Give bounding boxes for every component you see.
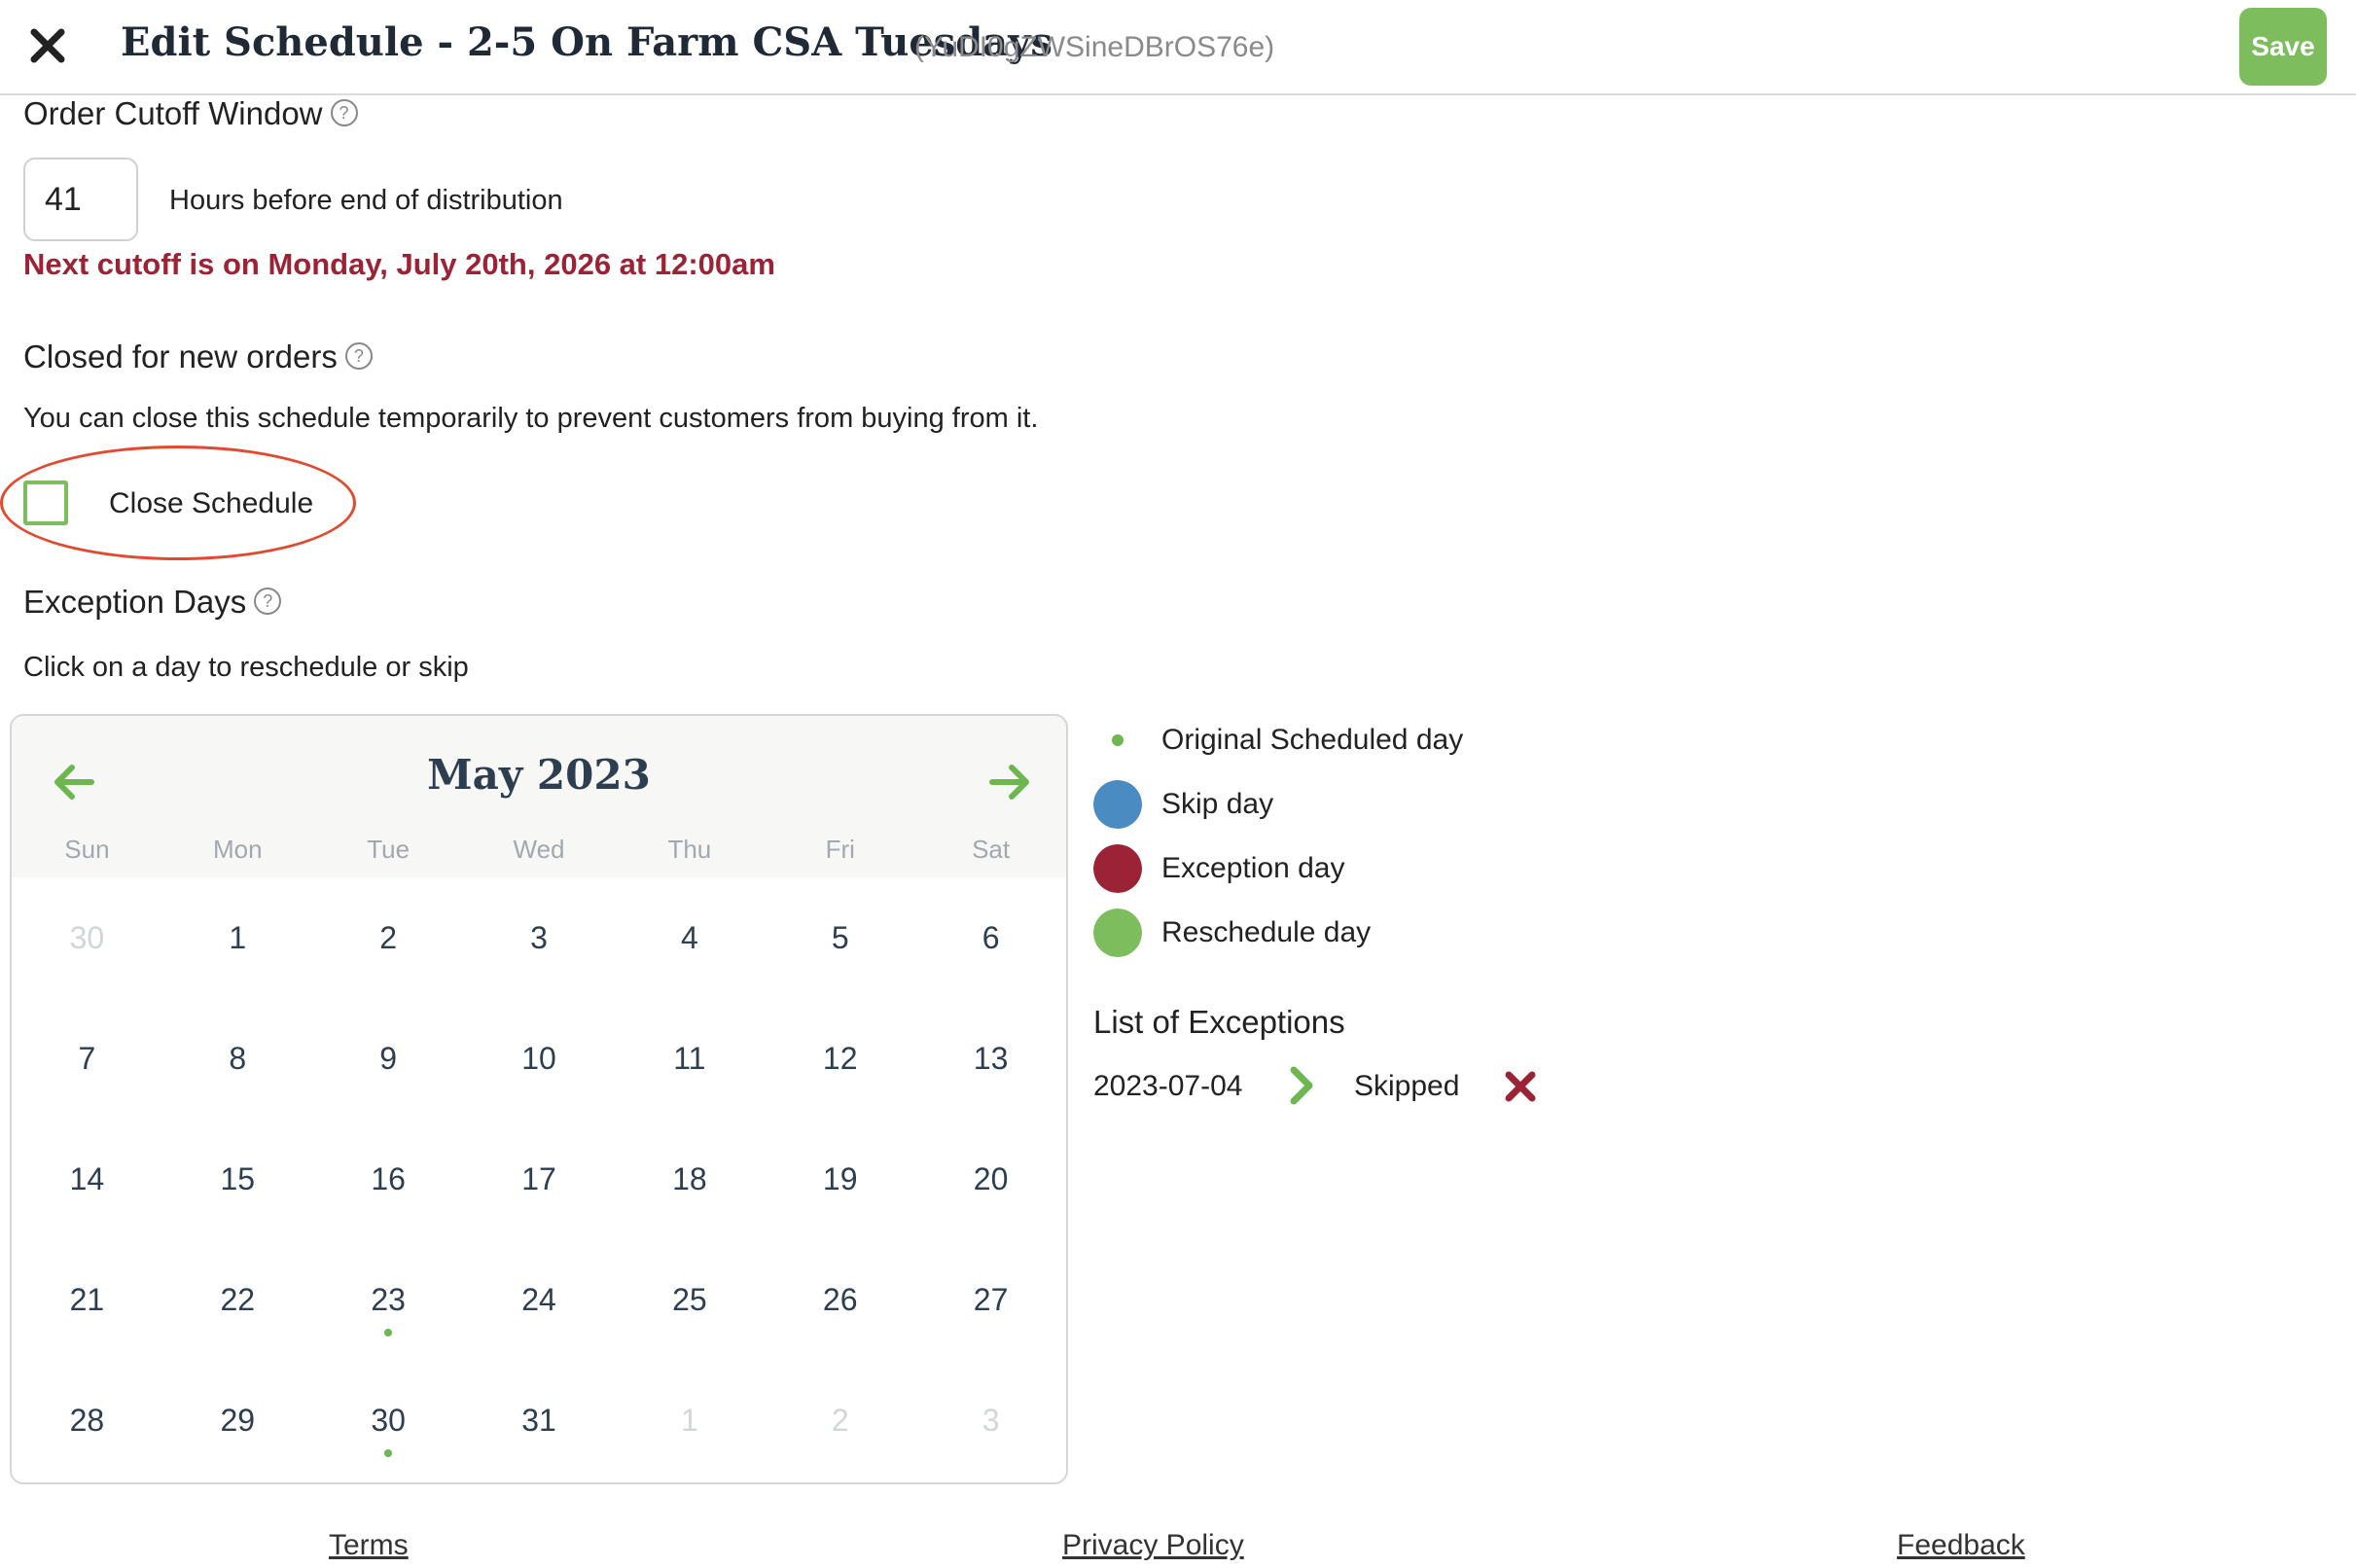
legend-dot-red: [1093, 844, 1142, 893]
calendar-day[interactable]: 3: [915, 1360, 1066, 1480]
legend-dot-green: [1093, 909, 1142, 957]
legend-label: Skip day: [1161, 788, 1274, 820]
legend-reschedule-day: Reschedule day: [1093, 909, 1371, 957]
calendar-day[interactable]: 30: [12, 877, 162, 998]
calendar-day[interactable]: 11: [614, 998, 765, 1119]
calendar-day[interactable]: 21: [12, 1239, 162, 1360]
calendar-month-title: May 2023: [427, 751, 651, 799]
legend-original-day: Original Scheduled day: [1093, 716, 1463, 765]
scheduled-day-dot: [384, 1329, 393, 1336]
exception-instruction: Click on a day to reschedule or skip: [23, 652, 469, 683]
scheduled-day-dot: [384, 1449, 393, 1457]
calendar-day[interactable]: 16: [313, 1119, 464, 1239]
calendar-day[interactable]: 2: [313, 877, 464, 998]
help-icon[interactable]: ?: [344, 342, 373, 371]
calendar-day[interactable]: 9: [313, 998, 464, 1119]
legend-label: Reschedule day: [1161, 916, 1372, 948]
calendar: May 2023 Sun Mon Tue Wed Thu Fri Sat 30 …: [10, 714, 1068, 1484]
page-title: Edit Schedule - 2-5 On Farm CSA Tuesdays: [121, 19, 1053, 65]
weekday-label: Wed: [513, 835, 565, 864]
calendar-day[interactable]: 26: [765, 1239, 915, 1360]
close-schedule-label[interactable]: Close Schedule: [109, 487, 313, 520]
calendar-week: 7 8 9 10 11 12 13: [12, 998, 1066, 1119]
closed-heading: Closed for new orders?: [23, 339, 373, 375]
calendar-day[interactable]: 31: [464, 1360, 615, 1480]
weekday-label: Sun: [64, 835, 110, 864]
legend-exception-day: Exception day: [1093, 844, 1344, 893]
legend-dot-blue: [1093, 780, 1142, 829]
help-icon[interactable]: ?: [330, 99, 358, 127]
day-number: 30: [371, 1403, 406, 1438]
delete-exception-icon[interactable]: [1502, 1068, 1539, 1105]
cutoff-hours-label: Hours before end of distribution: [169, 185, 563, 216]
calendar-day[interactable]: 8: [162, 998, 313, 1119]
calendar-day[interactable]: 19: [765, 1119, 915, 1239]
calendar-day[interactable]: 29: [162, 1360, 313, 1480]
calendar-week: 30 1 2 3 4 5 6: [12, 877, 1066, 998]
weekday-label: Thu: [667, 835, 712, 864]
help-icon[interactable]: ?: [254, 588, 282, 616]
close-schedule-checkbox[interactable]: [23, 481, 68, 525]
footer-privacy-link[interactable]: Privacy Policy: [1062, 1529, 1244, 1562]
calendar-week: 14 15 16 17 18 19 20: [12, 1119, 1066, 1239]
legend-label: Exception day: [1161, 852, 1345, 884]
calendar-day[interactable]: 1: [162, 877, 313, 998]
legend-dot-small: [1112, 734, 1124, 746]
calendar-day[interactable]: 22: [162, 1239, 313, 1360]
calendar-day[interactable]: 20: [915, 1119, 1066, 1239]
calendar-day[interactable]: 25: [614, 1239, 765, 1360]
header-bar: Edit Schedule - 2-5 On Farm CSA Tuesdays…: [0, 0, 2356, 95]
calendar-day[interactable]: 7: [12, 998, 162, 1119]
calendar-day[interactable]: 24: [464, 1239, 615, 1360]
exception-date: 2023-07-04: [1093, 1070, 1243, 1102]
exceptions-list-heading: List of Exceptions: [1093, 1004, 1345, 1040]
close-icon[interactable]: [25, 23, 70, 68]
calendar-day-scheduled[interactable]: 30: [313, 1360, 464, 1480]
exception-status: Skipped: [1354, 1070, 1460, 1102]
closed-heading-label: Closed for new orders: [23, 339, 338, 374]
weekday-label: Tue: [367, 835, 411, 864]
calendar-day[interactable]: 1: [614, 1360, 765, 1480]
calendar-day[interactable]: 17: [464, 1119, 615, 1239]
calendar-week: 28 29 30 31 1 2 3: [12, 1360, 1066, 1480]
weekday-header: Sun Mon Tue Wed Thu Fri Sat: [12, 835, 1066, 873]
arrow-right-icon[interactable]: [982, 755, 1037, 809]
calendar-week: 21 22 23 24 25 26 27: [12, 1239, 1066, 1360]
legend-skip-day: Skip day: [1093, 780, 1273, 829]
chevron-right-icon[interactable]: [1284, 1064, 1319, 1107]
calendar-grid: 30 1 2 3 4 5 6 7 8 9 10 11 12 13 14 15 1…: [12, 877, 1066, 1480]
day-number: 23: [371, 1282, 406, 1317]
calendar-day[interactable]: 13: [915, 998, 1066, 1119]
calendar-day[interactable]: 5: [765, 877, 915, 998]
exception-days-heading: Exception Days?: [23, 584, 282, 621]
next-cutoff-note: Next cutoff is on Monday, July 20th, 202…: [23, 247, 775, 281]
cutoff-heading-label: Order Cutoff Window: [23, 95, 323, 131]
calendar-day[interactable]: 18: [614, 1119, 765, 1239]
exception-days-label: Exception Days: [23, 584, 247, 620]
schedule-id: (YuDI0gZWSineDBrOS76e): [914, 31, 1275, 63]
calendar-day[interactable]: 2: [765, 1360, 915, 1480]
calendar-day[interactable]: 14: [12, 1119, 162, 1239]
weekday-label: Mon: [213, 835, 263, 864]
footer-terms-link[interactable]: Terms: [329, 1529, 409, 1562]
calendar-day[interactable]: 3: [464, 877, 615, 998]
cutoff-hours-input[interactable]: [23, 158, 138, 241]
closed-description: You can close this schedule temporarily …: [23, 403, 1039, 434]
legend-label: Original Scheduled day: [1161, 724, 1464, 756]
save-button[interactable]: Save: [2239, 8, 2327, 86]
calendar-day[interactable]: 27: [915, 1239, 1066, 1360]
calendar-day[interactable]: 12: [765, 998, 915, 1119]
weekday-label: Sat: [972, 835, 1011, 864]
calendar-day-scheduled[interactable]: 23: [313, 1239, 464, 1360]
calendar-day[interactable]: 10: [464, 998, 615, 1119]
calendar-day[interactable]: 4: [614, 877, 765, 998]
calendar-day[interactable]: 28: [12, 1360, 162, 1480]
footer-feedback-link[interactable]: Feedback: [1897, 1529, 2025, 1562]
weekday-label: Fri: [825, 835, 855, 864]
calendar-day[interactable]: 6: [915, 877, 1066, 998]
calendar-day[interactable]: 15: [162, 1119, 313, 1239]
cutoff-heading: Order Cutoff Window?: [23, 95, 358, 132]
